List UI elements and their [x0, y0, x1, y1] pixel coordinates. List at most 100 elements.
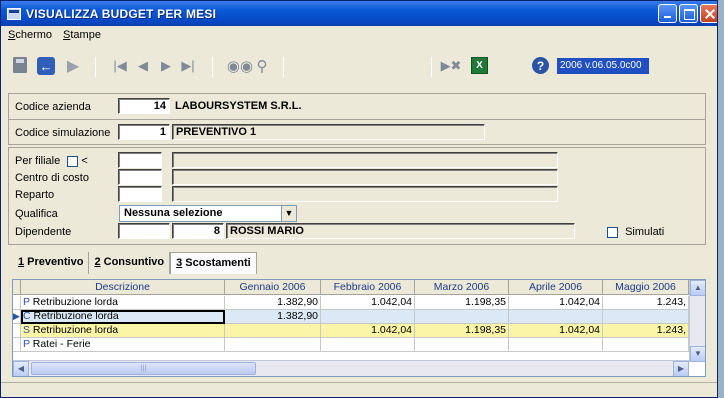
- cell-descrizione[interactable]: C Retribuzione lorda: [21, 310, 225, 324]
- cell-descrizione[interactable]: P Retribuzione lorda: [21, 296, 225, 310]
- reparto-code-field[interactable]: [118, 186, 162, 202]
- cell-value[interactable]: 1.042,04: [321, 324, 415, 338]
- dipendente-filter-field[interactable]: [118, 223, 170, 239]
- filters-panel: Per filiale < Centro di costo Reparto Qu…: [8, 147, 706, 245]
- scroll-left-icon[interactable]: ◀: [13, 361, 29, 376]
- menu-schermo[interactable]: Schermo: [8, 29, 52, 41]
- last-record-icon[interactable]: ▶|: [181, 57, 195, 75]
- toolbar: ← ▶ |◀ ◀ ▶ ▶| ◉◉ ⚲ ▶✖ X ? 2006 v.06.05.0…: [1, 49, 717, 85]
- toolbar-separator: [431, 57, 432, 77]
- row-description: Retribuzione lorda: [29, 296, 118, 308]
- filiale-code-field[interactable]: [118, 152, 162, 168]
- cell-value[interactable]: 1.198,35: [415, 324, 509, 338]
- reparto-name-field: [172, 186, 558, 202]
- row-type-code: P: [23, 338, 30, 350]
- per-filiale-checkbox[interactable]: [67, 155, 79, 167]
- table-row[interactable]: S Retribuzione lorda 1.042,04 1.198,35 1.04…: [13, 324, 689, 338]
- row-indicator[interactable]: ▶: [13, 310, 21, 324]
- magnifier-icon[interactable]: ⚲: [253, 57, 271, 75]
- cell-value[interactable]: 1.042,04: [509, 296, 603, 310]
- minimize-button[interactable]: [658, 4, 677, 23]
- excel-icon[interactable]: X: [471, 57, 488, 74]
- toolbar-separator: [95, 57, 96, 77]
- version-badge: 2006 v.06.05.0c00: [557, 58, 649, 74]
- scroll-up-icon[interactable]: ▲: [690, 280, 705, 296]
- centro-di-costo-code-field[interactable]: [118, 169, 162, 185]
- codice-azienda-label: Codice azienda: [15, 101, 91, 113]
- tab-scostamenti[interactable]: 3 Scostamenti: [170, 252, 257, 274]
- tab-preventivo[interactable]: 1 Preventivo: [13, 252, 90, 274]
- dipendente-code-field[interactable]: 8: [172, 223, 224, 239]
- maximize-button[interactable]: [679, 4, 698, 23]
- column-header-maggio[interactable]: Maggio 2006: [603, 280, 689, 295]
- cell-value[interactable]: 1.382,90: [225, 310, 321, 324]
- row-indicator[interactable]: [13, 296, 21, 310]
- vertical-scrollbar[interactable]: ▲ ▼: [689, 280, 705, 362]
- column-header-marzo[interactable]: Marzo 2006: [415, 280, 509, 295]
- cell-value[interactable]: [225, 338, 321, 352]
- qualifica-select[interactable]: Nessuna selezione ▼: [119, 205, 297, 222]
- centro-di-costo-name-field: [172, 169, 558, 185]
- codice-simulazione-label: Codice simulazione: [15, 127, 111, 139]
- previous-record-icon[interactable]: ◀: [136, 57, 150, 75]
- window-title: VISUALIZZA BUDGET PER MESI: [26, 6, 217, 21]
- cell-value[interactable]: 1.042,04: [509, 324, 603, 338]
- cell-value[interactable]: [415, 338, 509, 352]
- cell-value[interactable]: 1.042,04: [321, 296, 415, 310]
- simulazione-name-field: PREVENTIVO 1: [172, 124, 485, 140]
- row-indicator[interactable]: [13, 324, 21, 338]
- first-record-icon[interactable]: |◀: [113, 57, 127, 75]
- cell-value[interactable]: [321, 338, 415, 352]
- column-header-febbraio[interactable]: Febbraio 2006: [321, 280, 415, 295]
- chevron-down-icon[interactable]: ▼: [281, 206, 296, 221]
- cell-value[interactable]: 1.243,: [603, 296, 689, 310]
- codice-azienda-field[interactable]: 14: [118, 98, 170, 114]
- reparto-label: Reparto: [15, 189, 55, 201]
- cell-value[interactable]: [509, 338, 603, 352]
- filiale-name-field: [172, 152, 558, 168]
- close-button[interactable]: [700, 4, 717, 23]
- cell-value[interactable]: [415, 310, 509, 324]
- back-icon[interactable]: ←: [37, 57, 55, 75]
- cell-value[interactable]: 1.198,35: [415, 296, 509, 310]
- horizontal-scroll-thumb[interactable]: |||: [31, 362, 256, 375]
- simulazione-panel: Codice simulazione 1 PREVENTIVO 1: [8, 119, 706, 145]
- row-description: Retribuzione lorda: [30, 310, 119, 322]
- table-row[interactable]: P Retribuzione lorda 1.382,90 1.042,04 1.19…: [13, 296, 689, 310]
- simulati-checkbox[interactable]: [607, 226, 618, 238]
- cell-value[interactable]: [603, 310, 689, 324]
- column-header-gennaio[interactable]: Gennaio 2006: [225, 280, 321, 295]
- help-icon[interactable]: ?: [532, 57, 549, 74]
- row-indicator-header: [13, 280, 21, 295]
- skip-icon[interactable]: ▶✖: [441, 57, 462, 75]
- row-indicator[interactable]: [13, 338, 21, 352]
- menu-stampe[interactable]: Stampe: [63, 29, 101, 41]
- cell-descrizione[interactable]: P Ratei - Ferie: [21, 338, 225, 352]
- tab-strip: 1 Preventivo 2 Consuntivo 3 Scostamenti: [13, 252, 257, 274]
- status-bar: [1, 382, 717, 397]
- cell-descrizione[interactable]: S Retribuzione lorda: [21, 324, 225, 338]
- row-description: Retribuzione lorda: [30, 324, 119, 336]
- binoculars-icon[interactable]: ◉◉: [227, 57, 253, 75]
- cell-value[interactable]: [225, 324, 321, 338]
- horizontal-scrollbar[interactable]: ◀ ||| ▶: [13, 360, 689, 376]
- save-icon[interactable]: [13, 57, 27, 73]
- dipendente-name-field: ROSSI MARIO: [226, 223, 575, 239]
- forward-icon[interactable]: ▶: [63, 57, 83, 75]
- cell-value[interactable]: [509, 310, 603, 324]
- codice-simulazione-field[interactable]: 1: [118, 124, 170, 140]
- scroll-down-icon[interactable]: ▼: [690, 346, 705, 362]
- cell-value[interactable]: 1.382,90: [225, 296, 321, 310]
- cell-value[interactable]: 1.243,: [603, 324, 689, 338]
- cell-value[interactable]: [603, 338, 689, 352]
- toolbar-separator: [283, 57, 284, 77]
- next-record-icon[interactable]: ▶: [159, 57, 173, 75]
- tab-consuntivo[interactable]: 2 Consuntivo: [89, 252, 171, 274]
- column-header-descrizione[interactable]: Descrizione: [21, 280, 225, 295]
- cell-value[interactable]: [321, 310, 415, 324]
- scroll-right-icon[interactable]: ▶: [673, 361, 689, 376]
- column-header-aprile[interactable]: Aprile 2006: [509, 280, 603, 295]
- menu-bar: Schermo Stampe: [1, 26, 717, 44]
- table-row[interactable]: P Ratei - Ferie: [13, 338, 689, 352]
- table-row[interactable]: ▶ C Retribuzione lorda 1.382,90: [13, 310, 689, 324]
